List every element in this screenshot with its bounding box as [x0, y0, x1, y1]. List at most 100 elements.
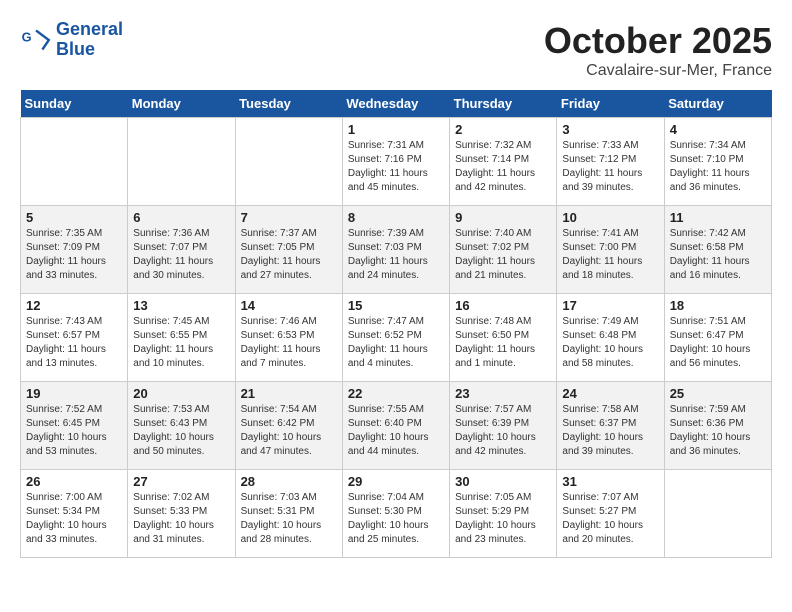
day-info: Sunrise: 7:47 AM Sunset: 6:52 PM Dayligh… — [348, 315, 444, 371]
day-number: 20 — [133, 386, 229, 401]
calendar-day-cell: 2 Sunrise: 7:32 AM Sunset: 7:14 PM Daylig… — [450, 118, 557, 206]
logo-icon: G — [20, 24, 52, 56]
day-info: Sunrise: 7:34 AM Sunset: 7:10 PM Dayligh… — [670, 139, 766, 195]
weekday-header: Saturday — [664, 90, 771, 118]
day-info: Sunrise: 7:03 AM Sunset: 5:31 PM Dayligh… — [241, 491, 337, 547]
day-number: 3 — [562, 122, 658, 137]
month-title: October 2025 — [544, 20, 772, 62]
day-number: 26 — [26, 474, 122, 489]
calendar-day-cell: 12 Sunrise: 7:43 AM Sunset: 6:57 PM Dayli… — [21, 294, 128, 382]
weekday-header: Thursday — [450, 90, 557, 118]
day-info: Sunrise: 7:36 AM Sunset: 7:07 PM Dayligh… — [133, 227, 229, 283]
svg-text:G: G — [22, 29, 32, 44]
day-info: Sunrise: 7:45 AM Sunset: 6:55 PM Dayligh… — [133, 315, 229, 371]
calendar-day-cell: 28 Sunrise: 7:03 AM Sunset: 5:31 PM Dayli… — [235, 470, 342, 558]
day-number: 10 — [562, 210, 658, 225]
calendar-day-cell: 13 Sunrise: 7:45 AM Sunset: 6:55 PM Dayli… — [128, 294, 235, 382]
calendar-day-cell: 27Sunrise: 7:02 AM Sunset: 5:33 PM Dayli… — [128, 470, 235, 558]
day-info: Sunrise: 7:59 AM Sunset: 6:36 PM Dayligh… — [670, 403, 766, 459]
day-info: Sunrise: 7:07 AM Sunset: 5:27 PM Dayligh… — [562, 491, 658, 547]
calendar-day-cell: 21Sunrise: 7:54 AM Sunset: 6:42 PM Dayli… — [235, 382, 342, 470]
calendar-day-cell: 23Sunrise: 7:57 AM Sunset: 6:39 PM Dayli… — [450, 382, 557, 470]
calendar-day-cell: 20 Sunrise: 7:53 AM Sunset: 6:43 PM Dayli… — [128, 382, 235, 470]
weekday-header: Sunday — [21, 90, 128, 118]
weekday-header: Tuesday — [235, 90, 342, 118]
day-number: 13 — [133, 298, 229, 313]
page-header: G General Blue October 2025 Cavalaire-su… — [20, 20, 772, 80]
day-number: 19 — [26, 386, 122, 401]
day-info: Sunrise: 7:37 AM Sunset: 7:05 PM Dayligh… — [241, 227, 337, 283]
logo-text: General Blue — [56, 20, 123, 60]
day-number: 8 — [348, 210, 444, 225]
day-info: Sunrise: 7:40 AM Sunset: 7:02 PM Dayligh… — [455, 227, 551, 283]
day-info: Sunrise: 7:35 AM Sunset: 7:09 PM Dayligh… — [26, 227, 122, 283]
day-number: 31 — [562, 474, 658, 489]
day-info: Sunrise: 7:00 AM Sunset: 5:34 PM Dayligh… — [26, 491, 122, 547]
calendar-day-cell: 30Sunrise: 7:05 AM Sunset: 5:29 PM Dayli… — [450, 470, 557, 558]
day-number: 24 — [562, 386, 658, 401]
calendar-day-cell: 1 Sunrise: 7:31 AM Sunset: 7:16 PM Daylig… — [342, 118, 449, 206]
logo-line2: Blue — [56, 40, 123, 60]
day-info: Sunrise: 7:41 AM Sunset: 7:00 PM Dayligh… — [562, 227, 658, 283]
day-info: Sunrise: 7:53 AM Sunset: 6:43 PM Dayligh… — [133, 403, 229, 459]
calendar-day-cell: 19 Sunrise: 7:52 AM Sunset: 6:45 PM Dayli… — [21, 382, 128, 470]
title-block: October 2025 Cavalaire-sur-Mer, France — [544, 20, 772, 80]
day-info: Sunrise: 7:04 AM Sunset: 5:30 PM Dayligh… — [348, 491, 444, 547]
calendar-day-cell: 14 Sunrise: 7:46 AM Sunset: 6:53 PM Dayli… — [235, 294, 342, 382]
day-info: Sunrise: 7:33 AM Sunset: 7:12 PM Dayligh… — [562, 139, 658, 195]
calendar-day-cell — [664, 470, 771, 558]
day-number: 9 — [455, 210, 551, 225]
day-number: 7 — [241, 210, 337, 225]
day-number: 1 — [348, 122, 444, 137]
day-number: 5 — [26, 210, 122, 225]
day-number: 29 — [348, 474, 444, 489]
calendar-day-cell: 22Sunrise: 7:55 AM Sunset: 6:40 PM Dayli… — [342, 382, 449, 470]
day-number: 12 — [26, 298, 122, 313]
day-info: Sunrise: 7:46 AM Sunset: 6:53 PM Dayligh… — [241, 315, 337, 371]
calendar-day-cell: 9 Sunrise: 7:40 AM Sunset: 7:02 PM Daylig… — [450, 206, 557, 294]
day-number: 6 — [133, 210, 229, 225]
calendar-day-cell: 16Sunrise: 7:48 AM Sunset: 6:50 PM Dayli… — [450, 294, 557, 382]
day-number: 16 — [455, 298, 551, 313]
day-info: Sunrise: 7:32 AM Sunset: 7:14 PM Dayligh… — [455, 139, 551, 195]
day-info: Sunrise: 7:49 AM Sunset: 6:48 PM Dayligh… — [562, 315, 658, 371]
day-info: Sunrise: 7:39 AM Sunset: 7:03 PM Dayligh… — [348, 227, 444, 283]
day-number: 18 — [670, 298, 766, 313]
day-info: Sunrise: 7:31 AM Sunset: 7:16 PM Dayligh… — [348, 139, 444, 195]
day-info: Sunrise: 7:55 AM Sunset: 6:40 PM Dayligh… — [348, 403, 444, 459]
day-info: Sunrise: 7:58 AM Sunset: 6:37 PM Dayligh… — [562, 403, 658, 459]
calendar-day-cell: 11Sunrise: 7:42 AM Sunset: 6:58 PM Dayli… — [664, 206, 771, 294]
calendar-day-cell: 29 Sunrise: 7:04 AM Sunset: 5:30 PM Dayli… — [342, 470, 449, 558]
calendar-day-cell: 26 Sunrise: 7:00 AM Sunset: 5:34 PM Dayli… — [21, 470, 128, 558]
calendar-week-row: 5 Sunrise: 7:35 AM Sunset: 7:09 PM Daylig… — [21, 206, 772, 294]
calendar-day-cell — [235, 118, 342, 206]
day-info: Sunrise: 7:54 AM Sunset: 6:42 PM Dayligh… — [241, 403, 337, 459]
calendar-week-row: 19 Sunrise: 7:52 AM Sunset: 6:45 PM Dayli… — [21, 382, 772, 470]
day-info: Sunrise: 7:52 AM Sunset: 6:45 PM Dayligh… — [26, 403, 122, 459]
weekday-header: Monday — [128, 90, 235, 118]
calendar-day-cell: 24 Sunrise: 7:58 AM Sunset: 6:37 PM Dayli… — [557, 382, 664, 470]
calendar-table: SundayMondayTuesdayWednesdayThursdayFrid… — [20, 90, 772, 558]
calendar-day-cell — [128, 118, 235, 206]
day-info: Sunrise: 7:43 AM Sunset: 6:57 PM Dayligh… — [26, 315, 122, 371]
calendar-week-row: 12 Sunrise: 7:43 AM Sunset: 6:57 PM Dayli… — [21, 294, 772, 382]
calendar-day-cell: 15Sunrise: 7:47 AM Sunset: 6:52 PM Dayli… — [342, 294, 449, 382]
calendar-day-cell: 5 Sunrise: 7:35 AM Sunset: 7:09 PM Daylig… — [21, 206, 128, 294]
calendar-day-cell: 17Sunrise: 7:49 AM Sunset: 6:48 PM Dayli… — [557, 294, 664, 382]
weekday-header: Friday — [557, 90, 664, 118]
weekday-header-row: SundayMondayTuesdayWednesdayThursdayFrid… — [21, 90, 772, 118]
day-number: 2 — [455, 122, 551, 137]
calendar-day-cell — [21, 118, 128, 206]
day-number: 28 — [241, 474, 337, 489]
day-number: 30 — [455, 474, 551, 489]
day-info: Sunrise: 7:02 AM Sunset: 5:33 PM Dayligh… — [133, 491, 229, 547]
calendar-day-cell: 3 Sunrise: 7:33 AM Sunset: 7:12 PM Daylig… — [557, 118, 664, 206]
calendar-day-cell: 6 Sunrise: 7:36 AM Sunset: 7:07 PM Daylig… — [128, 206, 235, 294]
calendar-day-cell: 31 Sunrise: 7:07 AM Sunset: 5:27 PM Dayli… — [557, 470, 664, 558]
day-number: 11 — [670, 210, 766, 225]
day-number: 23 — [455, 386, 551, 401]
day-number: 14 — [241, 298, 337, 313]
weekday-header: Wednesday — [342, 90, 449, 118]
calendar-day-cell: 4 Sunrise: 7:34 AM Sunset: 7:10 PM Daylig… — [664, 118, 771, 206]
day-number: 4 — [670, 122, 766, 137]
